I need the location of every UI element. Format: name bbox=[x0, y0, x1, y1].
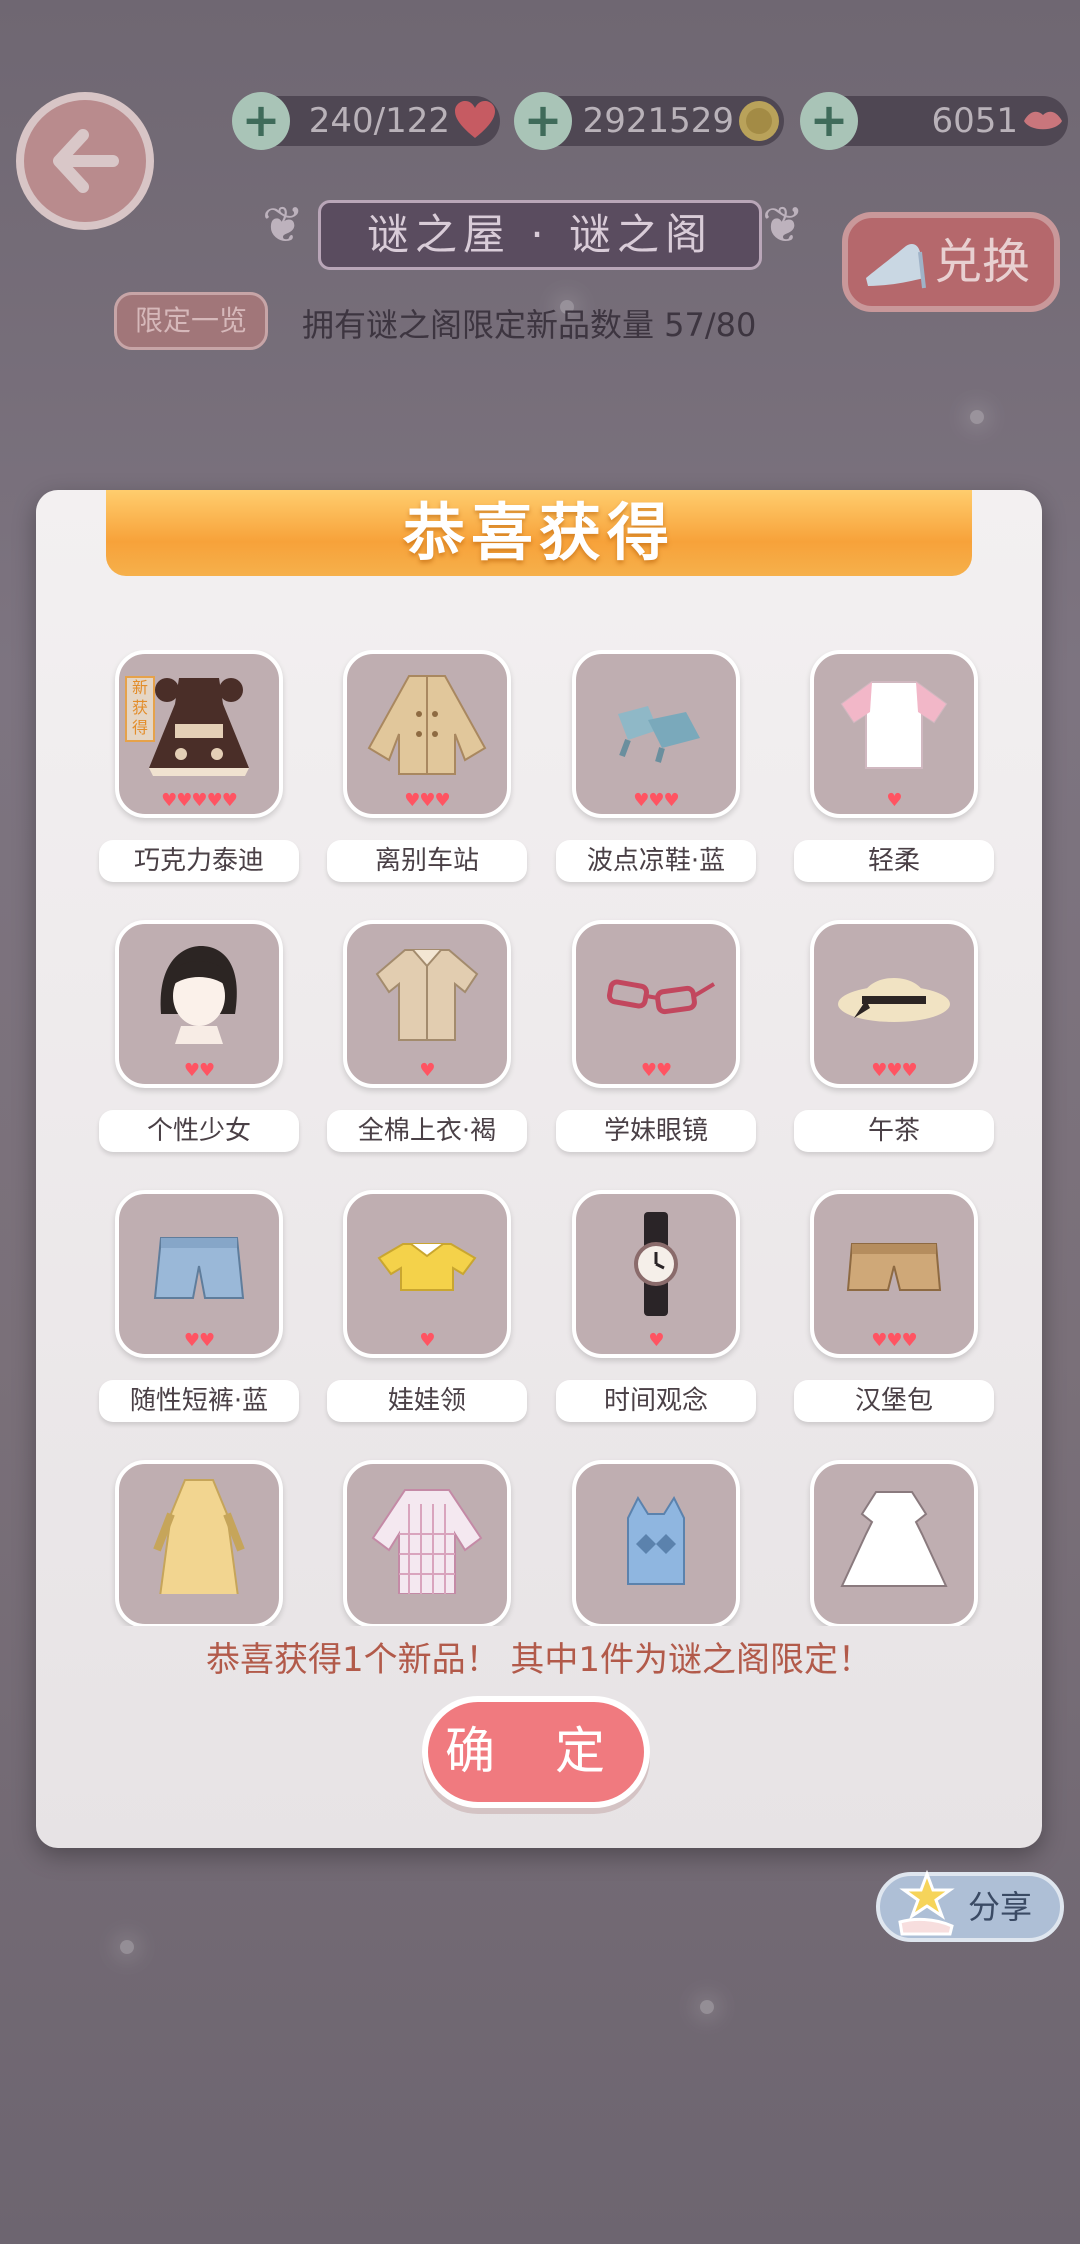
long-dress-icon bbox=[153, 1479, 245, 1594]
rarity-hearts: ♥♥ bbox=[183, 1330, 215, 1351]
item-name: 汉堡包 bbox=[794, 1380, 994, 1422]
exchange-button[interactable]: 兑换 bbox=[842, 212, 1060, 312]
glasses-icon bbox=[606, 979, 716, 1015]
new-acquired-tag: 新获得 bbox=[125, 676, 155, 742]
share-label: 分享 bbox=[968, 1888, 1033, 1926]
add-hearts-button[interactable]: + bbox=[232, 92, 290, 150]
confirm-button[interactable]: 确 定 bbox=[422, 1696, 650, 1808]
share-button[interactable]: 分享 bbox=[876, 1869, 1064, 1942]
heart-icon bbox=[455, 101, 495, 138]
rarity-hearts: ♥ bbox=[419, 1060, 435, 1081]
shirt-icon bbox=[375, 949, 479, 1041]
item-tile bbox=[572, 1460, 740, 1626]
crop-top-icon bbox=[377, 1243, 477, 1291]
add-coins-button[interactable]: + bbox=[514, 92, 572, 150]
limited-list-button[interactable]: 限定一览 bbox=[114, 292, 268, 350]
exchange-label: 兑换 bbox=[934, 234, 1031, 290]
watch-icon bbox=[634, 1212, 678, 1316]
congrats-message: 恭喜获得1个新品！ 其中1件为谜之阁限定！ bbox=[205, 1640, 873, 1680]
banner-title: 恭喜获得 bbox=[402, 496, 675, 569]
hat-icon bbox=[838, 978, 950, 1022]
rarity-hearts: ♥♥♥ bbox=[871, 1330, 917, 1351]
item-name: 离别车站 bbox=[327, 840, 527, 882]
rarity-hearts: ♥♥ bbox=[640, 1060, 672, 1081]
vest-icon bbox=[627, 1495, 685, 1585]
shorts-icon bbox=[153, 1237, 245, 1299]
brown-shorts-icon bbox=[846, 1243, 942, 1291]
sparkle-decoration bbox=[700, 2000, 714, 2014]
sparkle-decoration bbox=[120, 1940, 134, 1954]
item-name: 学妹眼镜 bbox=[556, 1110, 756, 1152]
coin-icon bbox=[739, 101, 779, 141]
item-name: 全棉上衣·褐 bbox=[327, 1110, 527, 1152]
back-button[interactable] bbox=[16, 92, 154, 230]
white-dress-icon bbox=[840, 1491, 948, 1587]
lips-icon bbox=[1024, 111, 1062, 130]
sparkle-decoration bbox=[970, 410, 984, 424]
coat-icon bbox=[367, 675, 487, 775]
item-name: 午茶 bbox=[794, 1110, 994, 1152]
item-name: 个性少女 bbox=[99, 1110, 299, 1152]
back-arrow-icon bbox=[53, 129, 119, 193]
plaid-shirt-icon bbox=[371, 1489, 483, 1594]
rarity-hearts: ♥♥♥ bbox=[633, 790, 679, 811]
hair-icon bbox=[160, 946, 237, 1044]
item-name: 波点凉鞋·蓝 bbox=[556, 840, 756, 882]
rarity-hearts: ♥♥ bbox=[183, 1060, 215, 1081]
shoe-icon bbox=[866, 244, 926, 289]
diamonds-resource: + 6051 bbox=[800, 92, 1068, 150]
wing-right-icon: ❦ bbox=[762, 196, 804, 254]
item-tile bbox=[810, 1460, 978, 1626]
sandals-icon bbox=[618, 706, 700, 763]
hearts-resource: + 240/122 bbox=[232, 92, 500, 150]
rarity-hearts: ♥♥♥♥♥ bbox=[161, 790, 238, 811]
star-hand-icon bbox=[898, 1869, 955, 1936]
coins-resource: + 2921529 bbox=[514, 92, 784, 150]
item-tile bbox=[115, 1460, 283, 1626]
owned-count-text: 拥有谜之阁限定新品数量 57/80 bbox=[302, 306, 757, 344]
rarity-hearts: ♥ bbox=[419, 1330, 435, 1351]
page-title: 谜之屋 · 谜之阁 bbox=[318, 200, 762, 270]
item-name: 时间观念 bbox=[556, 1380, 756, 1422]
item-name: 轻柔 bbox=[794, 840, 994, 882]
reward-dialog: 恭喜获得 新获得 ♥♥♥♥♥ 巧克力泰迪 ♥♥♥ 离别车站 ♥♥♥ 波点凉鞋·蓝… bbox=[36, 490, 1042, 1848]
item-tile bbox=[343, 1460, 511, 1626]
hearts-value: 240/122 bbox=[308, 101, 450, 141]
coins-value: 2921529 bbox=[582, 101, 734, 141]
rarity-hearts: ♥ bbox=[886, 790, 902, 811]
add-diamonds-button[interactable]: + bbox=[800, 92, 858, 150]
rarity-hearts: ♥♥♥ bbox=[404, 790, 450, 811]
reward-grid: 新获得 ♥♥♥♥♥ 巧克力泰迪 ♥♥♥ 离别车站 ♥♥♥ 波点凉鞋·蓝 ♥ 轻柔… bbox=[36, 650, 1042, 1626]
rarity-hearts: ♥♥♥ bbox=[871, 1060, 917, 1081]
diamonds-value: 6051 bbox=[931, 101, 1018, 141]
item-name: 随性短裤·蓝 bbox=[99, 1380, 299, 1422]
tshirt-icon bbox=[840, 681, 948, 769]
item-name: 娃娃领 bbox=[327, 1380, 527, 1422]
item-name: 巧克力泰迪 bbox=[99, 840, 299, 882]
rarity-hearts: ♥ bbox=[648, 1330, 664, 1351]
